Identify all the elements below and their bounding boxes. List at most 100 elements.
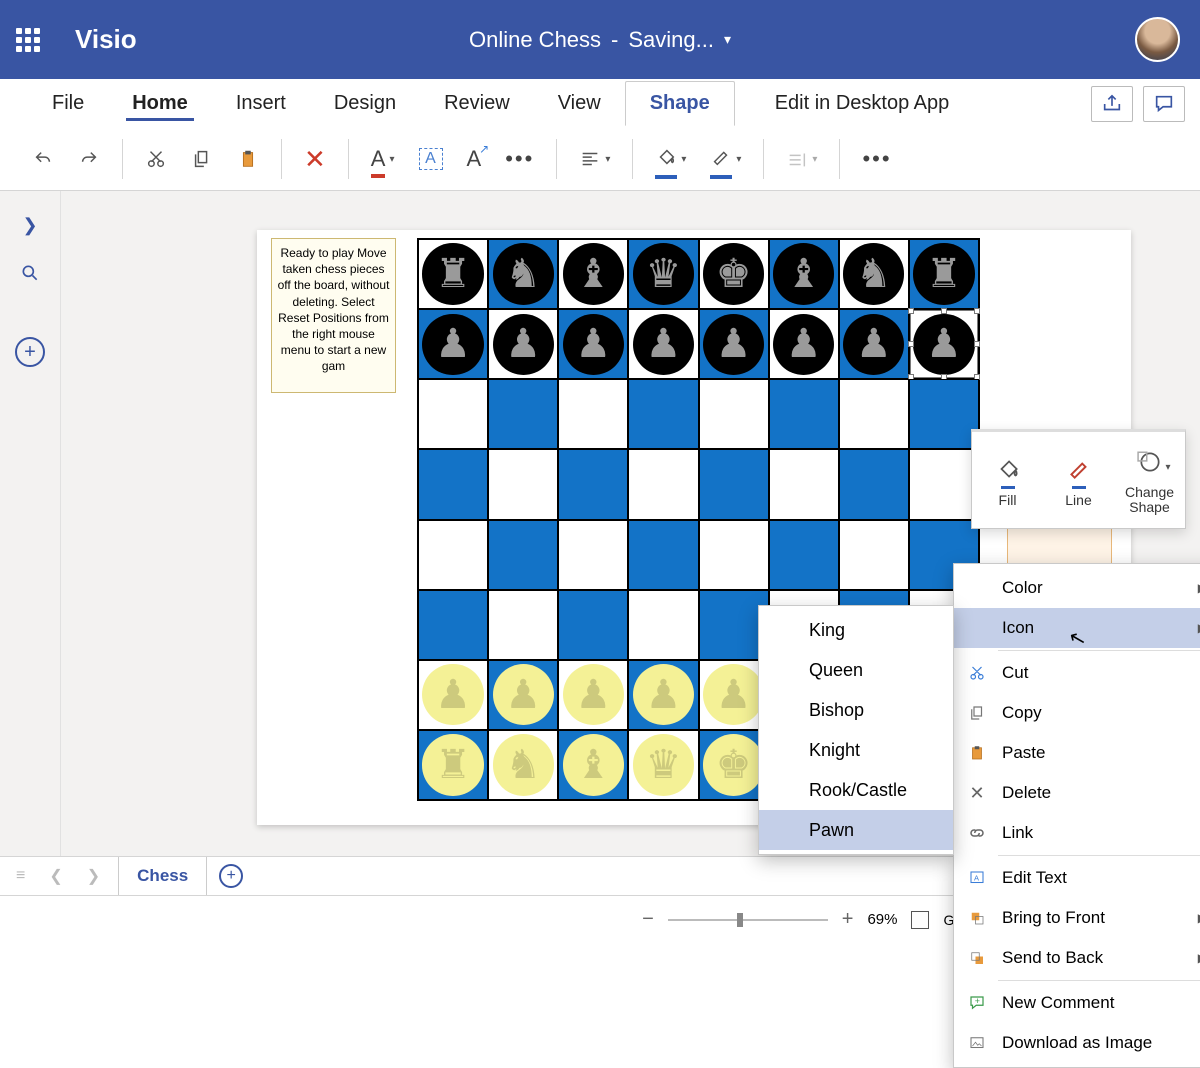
- more-button[interactable]: •••: [850, 139, 903, 179]
- board-square[interactable]: [628, 520, 698, 590]
- board-square[interactable]: [909, 449, 979, 519]
- board-square[interactable]: ♛: [628, 239, 698, 309]
- cut-button[interactable]: [133, 139, 179, 179]
- comments-button[interactable]: [1143, 86, 1185, 122]
- board-square[interactable]: [769, 449, 839, 519]
- delete-button[interactable]: ✕: [292, 139, 338, 179]
- board-square[interactable]: [558, 379, 628, 449]
- paste-button[interactable]: [225, 139, 271, 179]
- chess-piece[interactable]: ♜: [422, 734, 483, 795]
- chess-piece[interactable]: ♟: [703, 314, 764, 375]
- board-square[interactable]: [769, 379, 839, 449]
- sheet-prev-button[interactable]: ❮: [43, 866, 68, 886]
- sheet-next-button[interactable]: ❯: [81, 866, 106, 886]
- board-square[interactable]: [488, 379, 558, 449]
- chess-piece[interactable]: ♞: [493, 243, 554, 304]
- board-square[interactable]: [628, 449, 698, 519]
- chess-piece[interactable]: ♞: [493, 734, 554, 795]
- board-square[interactable]: ♚: [699, 239, 769, 309]
- chess-piece[interactable]: ♝: [563, 734, 624, 795]
- chess-piece[interactable]: ♟: [633, 314, 694, 375]
- board-square[interactable]: ♝: [558, 730, 628, 800]
- submenu-pawn[interactable]: Pawn: [759, 810, 953, 850]
- zoom-in-button[interactable]: +: [842, 908, 854, 931]
- ctx-paste[interactable]: Paste: [954, 733, 1200, 773]
- board-square[interactable]: ♟: [839, 309, 909, 379]
- chess-piece[interactable]: ♚: [703, 734, 764, 795]
- chess-piece[interactable]: ♝: [563, 243, 624, 304]
- board-square[interactable]: ♟: [488, 660, 558, 730]
- ctx-delete[interactable]: ✕Delete: [954, 773, 1200, 813]
- ctx-send-back[interactable]: Send to Back▶: [954, 938, 1200, 978]
- tab-view[interactable]: View: [534, 82, 625, 125]
- board-square[interactable]: ♜: [418, 730, 488, 800]
- board-square[interactable]: ♟: [558, 309, 628, 379]
- board-square[interactable]: ♟: [488, 309, 558, 379]
- copy-button[interactable]: [179, 139, 225, 179]
- board-square[interactable]: [418, 520, 488, 590]
- chess-piece[interactable]: ♟: [773, 314, 834, 375]
- chess-piece[interactable]: ♜: [913, 243, 974, 304]
- shapes-pane-toggle[interactable]: ❯: [0, 201, 60, 249]
- submenu-bishop[interactable]: Bishop: [759, 690, 953, 730]
- board-square[interactable]: [558, 520, 628, 590]
- zoom-slider[interactable]: [668, 919, 828, 921]
- share-button[interactable]: [1091, 86, 1133, 122]
- waffle-button[interactable]: [0, 0, 55, 79]
- submenu-rook[interactable]: Rook/Castle: [759, 770, 953, 810]
- tab-design[interactable]: Design: [310, 82, 420, 125]
- instruction-note[interactable]: Ready to play Move taken chess pieces of…: [271, 238, 396, 393]
- board-square[interactable]: ♜: [418, 239, 488, 309]
- ctx-copy[interactable]: Copy: [954, 693, 1200, 733]
- chess-piece[interactable]: ♝: [773, 243, 834, 304]
- chess-piece[interactable]: ♛: [633, 734, 694, 795]
- chess-piece[interactable]: ♚: [703, 243, 764, 304]
- font-color-button[interactable]: A ▾: [359, 139, 407, 179]
- board-square[interactable]: [628, 590, 698, 660]
- undo-button[interactable]: [20, 139, 66, 179]
- chess-piece[interactable]: ♜: [422, 243, 483, 304]
- more-text-button[interactable]: •••: [493, 139, 546, 179]
- board-square[interactable]: ♞: [488, 239, 558, 309]
- tab-shape[interactable]: Shape: [625, 81, 735, 126]
- board-square[interactable]: ♟: [628, 309, 698, 379]
- tab-file[interactable]: File: [28, 82, 108, 125]
- board-square[interactable]: [699, 449, 769, 519]
- zoom-handle[interactable]: [737, 913, 743, 927]
- board-square[interactable]: [488, 449, 558, 519]
- submenu-knight[interactable]: Knight: [759, 730, 953, 770]
- tab-review[interactable]: Review: [420, 82, 534, 125]
- ctx-color[interactable]: Color▶: [954, 568, 1200, 608]
- mini-fill-button[interactable]: Fill: [972, 432, 1043, 528]
- mini-change-shape-button[interactable]: ▾ Change Shape: [1114, 432, 1185, 528]
- tab-home[interactable]: Home: [108, 82, 212, 125]
- shape-outline-button[interactable]: ▾: [698, 139, 753, 179]
- avatar[interactable]: [1135, 17, 1180, 62]
- canvas[interactable]: Ready to play Move taken chess pieces of…: [61, 191, 1200, 856]
- board-square[interactable]: [558, 590, 628, 660]
- sheet-list-button[interactable]: ≡: [10, 867, 31, 885]
- chess-piece[interactable]: ♟: [843, 314, 904, 375]
- board-square[interactable]: [418, 590, 488, 660]
- chess-piece[interactable]: ♟: [422, 314, 483, 375]
- text-box-button[interactable]: A: [407, 139, 455, 179]
- board-square[interactable]: ♞: [488, 730, 558, 800]
- sheet-tab[interactable]: Chess: [118, 857, 207, 895]
- paragraph-button[interactable]: ▾: [567, 139, 622, 179]
- board-square[interactable]: ♞: [839, 239, 909, 309]
- submenu-queen[interactable]: Queen: [759, 650, 953, 690]
- board-square[interactable]: [839, 449, 909, 519]
- ctx-cut[interactable]: Cut: [954, 653, 1200, 693]
- board-square[interactable]: ♝: [769, 239, 839, 309]
- board-square[interactable]: ♜: [909, 239, 979, 309]
- chess-piece[interactable]: ♟: [493, 664, 554, 725]
- ctx-bring-front[interactable]: Bring to Front▶: [954, 898, 1200, 938]
- arrange-button[interactable]: ▾: [774, 139, 829, 179]
- board-square[interactable]: [488, 520, 558, 590]
- board-square[interactable]: ♝: [558, 239, 628, 309]
- board-square[interactable]: [628, 379, 698, 449]
- ctx-download-image[interactable]: Download as Image: [954, 1023, 1200, 1063]
- fit-to-window-button[interactable]: [911, 911, 929, 929]
- chess-piece[interactable]: ♟: [563, 314, 624, 375]
- board-square[interactable]: ♟: [769, 309, 839, 379]
